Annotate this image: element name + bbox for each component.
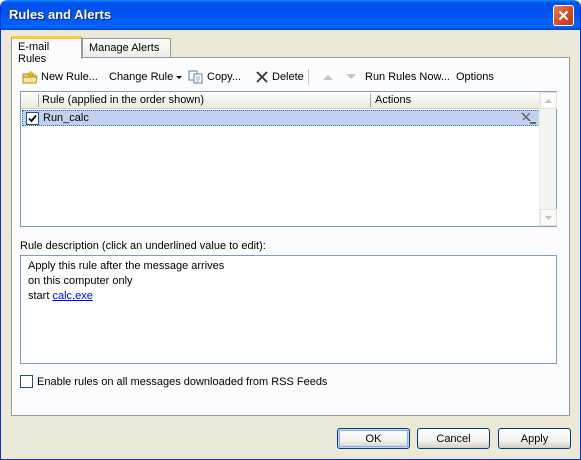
scroll-down-icon <box>545 215 552 220</box>
rss-rules-label: Enable rules on all messages downloaded … <box>37 375 328 388</box>
description-line: on this computer only <box>28 275 133 287</box>
tab-manage-alerts-label: Manage Alerts <box>89 42 160 54</box>
header-divider <box>38 94 39 107</box>
scroll-down-button[interactable] <box>540 209 557 226</box>
delete-icon <box>255 70 269 84</box>
toolbar-separator <box>308 69 309 85</box>
apply-button[interactable]: Apply <box>498 428 571 449</box>
rules-list-header: Rule (applied in the order shown) Action… <box>21 92 540 109</box>
description-line: start calc.exe <box>28 289 549 304</box>
move-up-icon <box>323 75 333 80</box>
move-down-icon <box>346 74 356 79</box>
scroll-up-button[interactable] <box>540 92 557 109</box>
delete-rule-button[interactable]: Delete <box>255 68 304 86</box>
change-rule-label: Change Rule <box>109 71 174 83</box>
rules-and-alerts-dialog: Rules and Alerts E-mail Rules Manage Ale… <box>0 0 581 460</box>
rules-list-scrollbar[interactable] <box>539 92 557 226</box>
window-title: Rules and Alerts <box>9 7 112 22</box>
options-label: Options <box>456 71 494 83</box>
checkmark-icon <box>28 114 37 123</box>
description-line: Apply this rule after the message arrive… <box>28 260 225 272</box>
program-link[interactable]: calc.exe <box>52 290 92 302</box>
rule-description-label: Rule description (click an underlined va… <box>20 240 266 252</box>
run-application-action-icon <box>520 111 536 128</box>
close-button[interactable] <box>553 5 574 26</box>
move-up-button[interactable] <box>322 68 334 86</box>
new-rule-button[interactable]: New Rule... <box>22 68 98 86</box>
header-divider <box>370 94 371 107</box>
rss-rules-option[interactable]: Enable rules on all messages downloaded … <box>20 375 327 388</box>
rules-list[interactable]: Rule (applied in the order shown) Action… <box>20 91 557 227</box>
new-rule-label: New Rule... <box>41 71 98 83</box>
tab-manage-alerts[interactable]: Manage Alerts <box>82 38 171 58</box>
column-header-actions[interactable]: Actions <box>375 94 411 106</box>
dropdown-arrow-icon <box>176 71 183 83</box>
rss-rules-checkbox[interactable] <box>20 375 33 388</box>
scroll-up-icon <box>545 98 552 103</box>
delete-label: Delete <box>272 71 304 83</box>
cancel-button[interactable]: Cancel <box>417 428 490 449</box>
change-rule-dropdown[interactable]: Change Rule <box>109 68 183 86</box>
run-rules-now-label: Run Rules Now... <box>365 71 450 83</box>
rule-enabled-checkbox[interactable] <box>26 112 39 125</box>
copy-rule-button[interactable]: Copy... <box>188 68 241 86</box>
column-header-rule[interactable]: Rule (applied in the order shown) <box>42 94 204 106</box>
tab-email-rules[interactable]: E-mail Rules <box>11 36 82 65</box>
title-bar[interactable]: Rules and Alerts <box>1 0 580 30</box>
rule-description-box: Apply this rule after the message arrive… <box>20 255 557 364</box>
rule-name: Run_calc <box>43 112 89 124</box>
close-icon <box>558 10 569 21</box>
email-rules-panel: New Rule... Change Rule Copy... Delete R… <box>11 57 570 416</box>
new-rule-icon <box>22 70 38 84</box>
rule-row[interactable]: Run_calc <box>22 110 540 126</box>
options-button[interactable]: Options <box>456 68 494 86</box>
run-rules-now-button[interactable]: Run Rules Now... <box>365 68 450 86</box>
ok-button[interactable]: OK <box>337 428 410 449</box>
move-down-button[interactable] <box>345 68 357 86</box>
copy-label: Copy... <box>207 71 242 83</box>
description-line-prefix: start <box>28 290 53 302</box>
copy-icon <box>188 70 204 84</box>
tab-email-rules-label: E-mail Rules <box>18 41 50 65</box>
